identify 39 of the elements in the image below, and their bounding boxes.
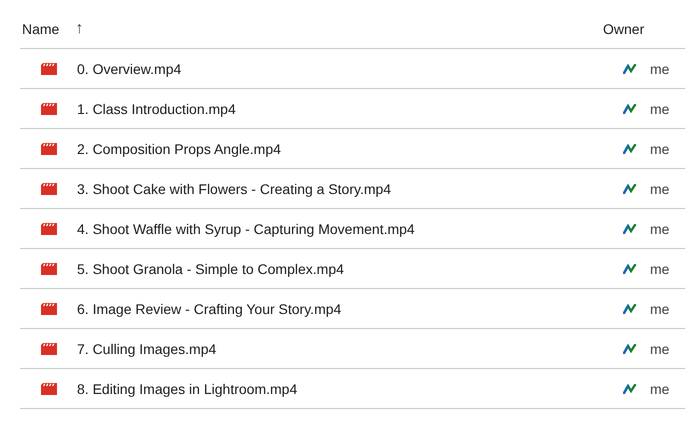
file-name: 5. Shoot Granola - Simple to Complex.mp4 [77,260,344,276]
file-row[interactable]: 3. Shoot Cake with Flowers - Creating a Story.mp4 me [20,169,685,209]
owner-name: me [650,260,670,276]
owner-name: me [650,300,670,316]
owner-name: me [650,100,670,116]
video-file-icon [41,142,57,154]
file-name: 0. Overview.mp4 [77,60,182,76]
owner-name: me [650,140,670,156]
video-file-icon [41,342,57,354]
name-column-header[interactable]: Name [22,21,60,37]
video-file-icon [41,222,57,234]
file-row[interactable]: 5. Shoot Granola - Simple to Complex.mp4 me [20,249,685,289]
video-file-icon [41,182,57,194]
file-name: 8. Editing Images in Lightroom.mp4 [77,380,298,396]
file-row[interactable]: 7. Culling Images.mp4 me [20,329,685,369]
file-row[interactable]: 2. Composition Props Angle.mp4 me [20,129,685,169]
video-file-icon [41,102,57,114]
file-row[interactable]: 4. Shoot Waffle with Syrup - Capturing Movement.mp4 me [20,209,685,249]
file-name: 7. Culling Images.mp4 [77,340,216,356]
video-file-icon [41,302,57,314]
sort-arrow[interactable]: ↑ [75,20,84,38]
video-file-icon [41,262,57,274]
file-row[interactable]: 1. Class Introduction.mp4 me [20,89,685,129]
file-name: 3. Shoot Cake with Flowers - Creating a Story.mp4 [77,180,392,196]
owner-name: me [650,340,670,356]
owner-name: me [650,220,670,236]
file-row[interactable]: 6. Image Review - Crafting Your Story.mp4 me [20,289,685,329]
file-row[interactable]: 0. Overview.mp4 me [20,49,685,89]
video-file-icon [41,62,57,74]
file-name: 6. Image Review - Crafting Your Story.mp4 [77,300,342,316]
file-row[interactable]: 8. Editing Images in Lightroom.mp4 me [20,369,685,409]
file-name: 2. Composition Props Angle.mp4 [77,140,281,156]
owner-name: me [650,180,670,196]
file-name: 1. Class Introduction.mp4 [77,100,236,116]
owner-name: me [650,380,670,396]
video-file-icon [41,382,57,394]
owner-column-header[interactable]: Owner [603,21,644,37]
owner-name: me [650,60,670,76]
file-name: 4. Shoot Waffle with Syrup - Capturing Movement.mp4 [77,220,415,236]
